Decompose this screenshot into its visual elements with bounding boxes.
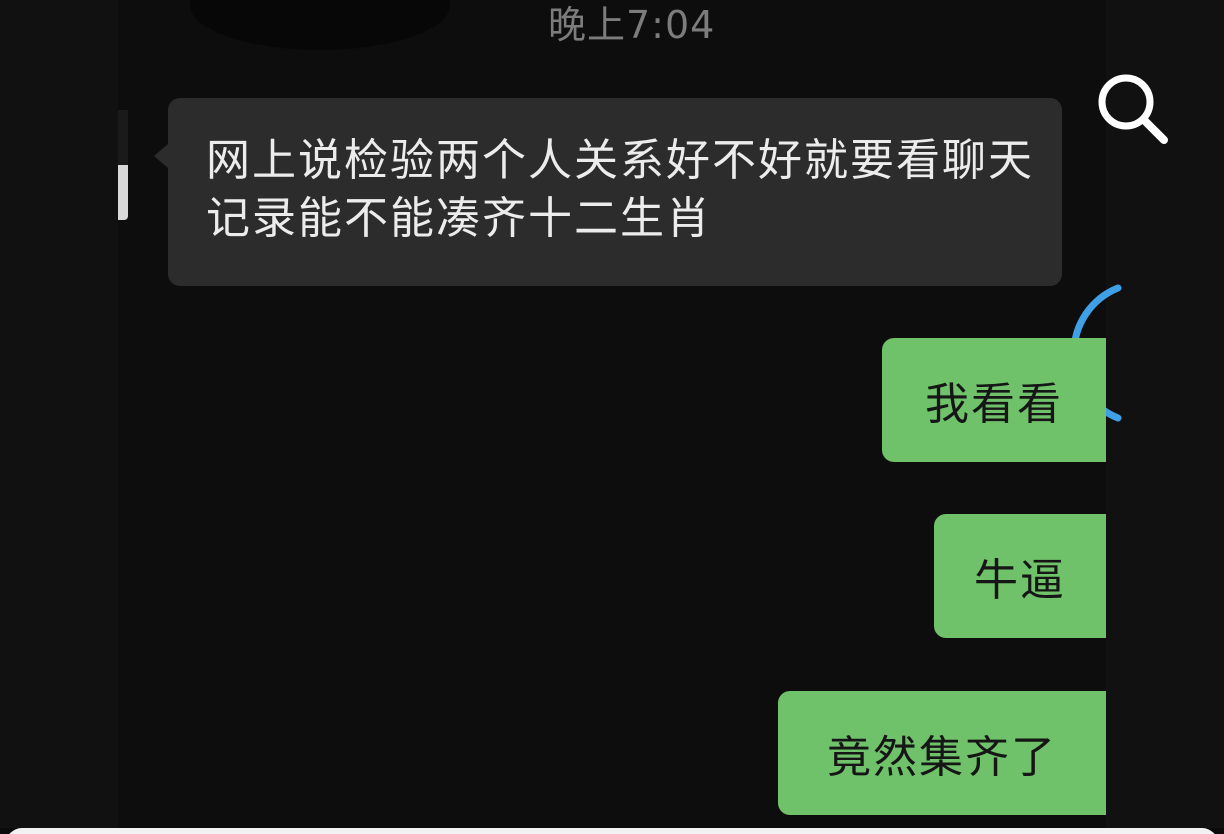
incoming-message-text: 网上说检验两个人关系好不好就要看聊天记录能不能凑齐十二生肖 [206,135,1034,244]
bottom-sheet-edge[interactable] [6,828,1218,834]
search-button[interactable] [1090,66,1174,150]
outgoing-message-bubble[interactable]: 竟然集齐了 [778,691,1106,815]
outgoing-message-bubble[interactable]: 我看看 [882,338,1106,462]
message-timestamp: 晚上7:04 [548,3,716,47]
incoming-message-bubble[interactable]: 网上说检验两个人关系好不好就要看聊天记录能不能凑齐十二生肖 [154,98,1062,286]
screen: 晚上7:04 网上说检验两个人关系好不好就要看聊天记录能不能凑齐十二生肖 我看看… [0,0,1224,834]
search-icon [1098,74,1168,144]
left-edge-strip [118,110,128,220]
outgoing-message-bubble[interactable]: 牛逼 [934,514,1106,638]
left-edge-highlight [118,165,128,220]
